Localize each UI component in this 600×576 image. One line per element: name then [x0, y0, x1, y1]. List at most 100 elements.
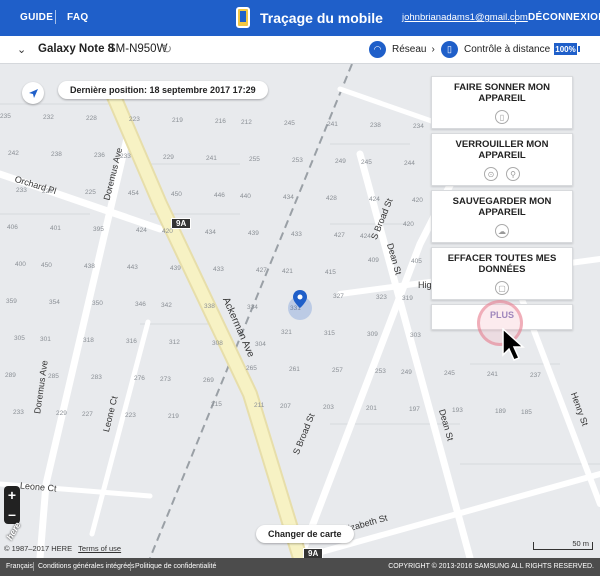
house-number: 316 — [126, 338, 137, 345]
house-number: 207 — [280, 403, 291, 410]
nav-separator — [55, 10, 56, 24]
ring-device-label: FAIRE SONNER MON APPAREIL — [453, 82, 551, 104]
lock-device-button[interactable]: VERROUILLER MON APPAREIL ⊙ ⚲ — [431, 133, 573, 186]
house-number: 415 — [325, 269, 336, 276]
house-number: 434 — [283, 194, 294, 201]
house-number: 185 — [521, 409, 532, 416]
terms-link[interactable]: Conditions générales intégrées — [38, 563, 135, 570]
house-number: 446 — [214, 192, 225, 199]
guide-link[interactable]: GUIDE — [20, 12, 53, 23]
erase-data-button[interactable]: EFFACER TOUTES MES DONNÉES ▢ — [431, 247, 573, 300]
house-number: 283 — [91, 374, 102, 381]
house-number: 285 — [48, 373, 59, 380]
network-button[interactable]: ◠ Réseau › — [369, 41, 435, 58]
zoom-control: + – — [4, 486, 20, 524]
phone-icon — [236, 7, 250, 28]
brand: Traçage du mobile — [236, 7, 383, 28]
house-number: 276 — [134, 375, 145, 382]
house-number: 234 — [413, 123, 424, 130]
trash-icon: ▢ — [495, 281, 509, 295]
last-position-pill: Dernière position: 18 septembre 2017 17:… — [58, 81, 268, 99]
device-location-marker[interactable] — [288, 290, 312, 320]
battery-indicator: 100% — [554, 43, 580, 55]
house-number: 219 — [168, 413, 179, 420]
house-number: 273 — [160, 376, 171, 383]
faq-link[interactable]: FAQ — [67, 12, 88, 23]
house-number: 197 — [409, 406, 420, 413]
device-name[interactable]: Galaxy Note 8 — [38, 43, 114, 55]
house-number: 443 — [127, 264, 138, 271]
my-location-button[interactable] — [22, 82, 44, 104]
house-number: 401 — [50, 225, 61, 232]
house-number: 237 — [530, 372, 541, 379]
house-number: 233 — [13, 409, 24, 416]
house-number: 233 — [16, 187, 27, 194]
house-number: 346 — [135, 301, 146, 308]
change-map-button[interactable]: Changer de carte — [256, 525, 354, 543]
remote-control-label: Contrôle à distance — [464, 44, 551, 55]
house-number: 225 — [85, 189, 96, 196]
house-number: 228 — [86, 115, 97, 122]
house-number: 334 — [247, 304, 258, 311]
house-number: 450 — [171, 191, 182, 198]
house-number: 241 — [206, 155, 217, 162]
terms-of-use-link[interactable]: Terms of use — [78, 544, 121, 553]
house-number: 312 — [169, 339, 180, 346]
ring-device-button[interactable]: FAIRE SONNER MON APPAREIL ▯ — [431, 76, 573, 129]
device-bar: ⌄ Galaxy Note 8 SM-N950W ↻ ◠ Réseau › ▯ … — [0, 36, 600, 64]
navigation-arrow-icon — [28, 88, 38, 98]
house-number: 323 — [376, 294, 387, 301]
house-number: 189 — [495, 408, 506, 415]
page-title: Traçage du mobile — [260, 9, 383, 26]
house-number: 438 — [84, 263, 95, 270]
house-number: 269 — [203, 377, 214, 384]
house-number: 203 — [323, 404, 334, 411]
remote-control-button[interactable]: ▯ Contrôle à distance › — [441, 41, 559, 58]
house-number: 242 — [8, 150, 19, 157]
house-number: 308 — [212, 340, 223, 347]
language-link[interactable]: Français — [6, 563, 33, 570]
house-number: 212 — [241, 119, 252, 126]
house-number: 428 — [326, 195, 337, 202]
device-dropdown-chevron-icon[interactable]: ⌄ — [17, 43, 26, 56]
house-number: 211 — [254, 402, 265, 409]
house-number: 236 — [94, 152, 105, 159]
wifi-icon: ◠ — [369, 41, 386, 58]
house-number: 439 — [248, 230, 259, 237]
zoom-in-button[interactable]: + — [4, 486, 20, 505]
house-number: 409 — [368, 257, 379, 264]
house-number: 354 — [49, 299, 60, 306]
house-number: 193 — [452, 407, 463, 414]
footer-copyright: COPYRIGHT © 2013-2016 SAMSUNG ALL RIGHTS… — [388, 563, 594, 570]
account-email[interactable]: johnbrianadams1@gmail.com — [402, 12, 528, 23]
house-number: 338 — [204, 303, 215, 310]
backup-device-button[interactable]: SAUVEGARDER MON APPAREIL ☁ — [431, 190, 573, 243]
house-number: 421 — [282, 268, 293, 275]
house-number: 359 — [6, 298, 17, 305]
house-number: 223 — [125, 412, 136, 419]
house-number: 265 — [246, 365, 257, 372]
house-number: 253 — [292, 157, 303, 164]
lock-device-label: VERROUILLER MON APPAREIL — [455, 139, 549, 161]
house-number: 219 — [172, 117, 183, 124]
house-number: 439 — [170, 265, 181, 272]
backup-device-label: SAUVEGARDER MON APPAREIL — [452, 196, 552, 218]
house-number: 261 — [289, 366, 300, 373]
house-number: 315 — [324, 330, 335, 337]
route-badge-9a-bottom: 9A — [303, 548, 324, 558]
house-number: 400 — [15, 261, 26, 268]
house-number: 327 — [333, 293, 344, 300]
erase-data-label: EFFACER TOUTES MES DONNÉES — [447, 253, 557, 275]
privacy-link[interactable]: Politique de confidentialité — [135, 563, 216, 570]
logout-link[interactable]: DÉCONNEXION — [528, 12, 600, 23]
railway-line — [149, 64, 353, 558]
house-number: 245 — [284, 120, 295, 127]
house-number: 229 — [163, 154, 174, 161]
house-number: 238 — [370, 122, 381, 129]
lock-settings-icon: ⚲ — [506, 167, 520, 181]
house-number: 229 — [42, 188, 53, 195]
refresh-icon[interactable]: ↻ — [162, 42, 172, 56]
map-view[interactable]: Orchard Pl Doremus Ave Doremus Ave Leone… — [0, 64, 600, 558]
house-number: 420 — [162, 228, 173, 235]
house-number: 249 — [335, 158, 346, 165]
